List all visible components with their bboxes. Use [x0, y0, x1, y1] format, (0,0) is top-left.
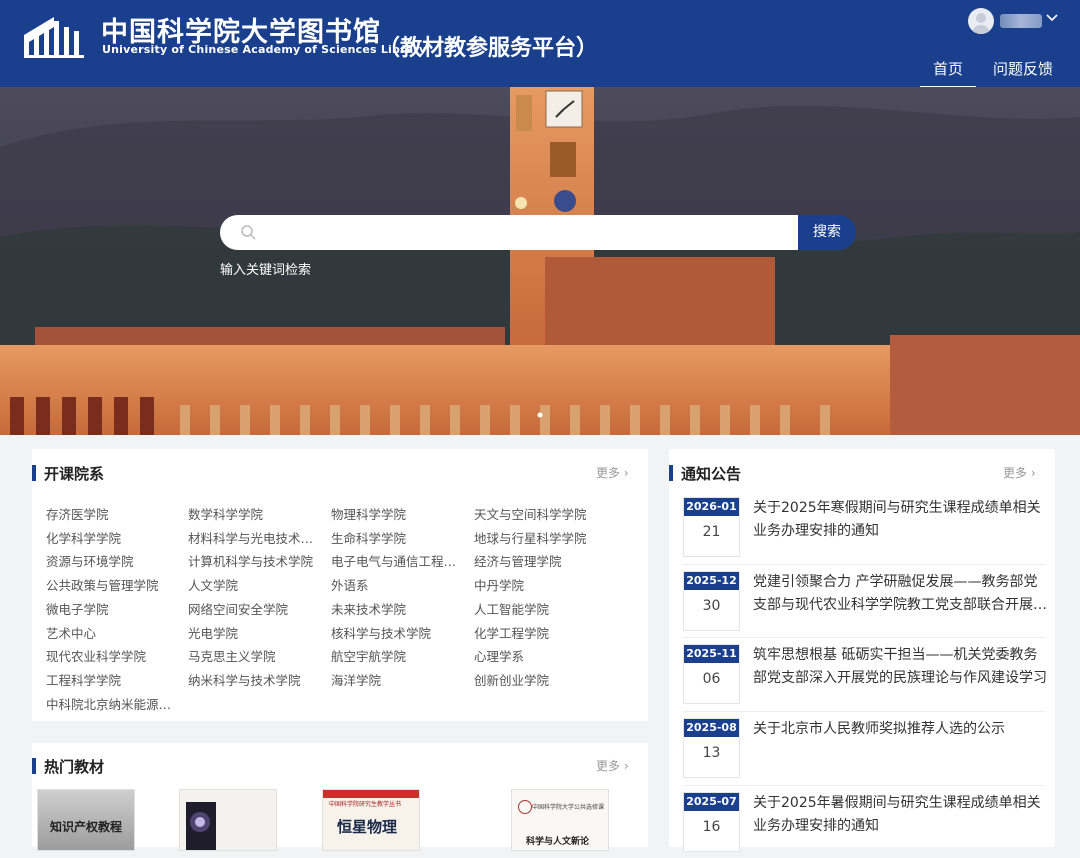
- notice-item[interactable]: 2025-11 06 筑牢思想根基 砥砺实干担当——机关党委教务部党支部深入开展…: [670, 644, 1055, 710]
- chevron-down-icon[interactable]: [1046, 12, 1058, 26]
- book-cover-series: 中国科学院大学公共选修课教材: [532, 804, 604, 811]
- notice-title[interactable]: 党建引领聚合力 产学研融促发展——教务部党支部与现代农业科学学院教工党支部联合开…: [753, 571, 1048, 617]
- book-cover-series: 中国科学院研究生教学丛书: [329, 801, 402, 808]
- college-link[interactable]: 数学科学学院: [188, 504, 316, 523]
- college-link[interactable]: 资源与环境学院: [46, 551, 174, 570]
- college-link[interactable]: 中丹学院: [474, 575, 602, 594]
- book-cover[interactable]: 中国科学院大学公共选修课教材 科学与人文新论: [511, 789, 609, 851]
- date-badge: 2026-01 21: [683, 497, 740, 557]
- notice-title[interactable]: 关于北京市人民教师奖拟推荐人选的公示: [753, 718, 1048, 741]
- college-link[interactable]: 化学科学学院: [46, 528, 174, 547]
- notice-item[interactable]: 2025-07 16 关于2025年暑假期间与研究生课程成绩单相关业务办理安排的…: [670, 792, 1055, 858]
- college-link[interactable]: 微电子学院: [46, 599, 174, 618]
- book-cover[interactable]: [179, 789, 277, 851]
- title-accent-bar: [32, 758, 36, 774]
- college-link[interactable]: 人文学院: [188, 575, 316, 594]
- textbooks-title: 热门教材: [44, 758, 105, 776]
- divider: [683, 711, 1045, 712]
- platform-title: （教材教参服务平台）: [378, 36, 599, 61]
- date-badge: 2025-11 06: [683, 644, 740, 704]
- divider: [683, 637, 1045, 638]
- college-link[interactable]: 经济与管理学院: [474, 551, 602, 570]
- college-link[interactable]: 航空宇航学院: [331, 646, 459, 665]
- colleges-title: 开课院系: [44, 465, 105, 483]
- college-link[interactable]: 存济医学院: [46, 504, 174, 523]
- library-logo-icon: [24, 17, 84, 58]
- college-link[interactable]: 海洋学院: [331, 670, 459, 689]
- title-accent-bar: [32, 465, 36, 481]
- divider: [683, 564, 1045, 565]
- college-link[interactable]: 现代农业科学学院: [46, 646, 174, 665]
- date-year-month: 2025-07: [684, 793, 739, 811]
- search-button[interactable]: 搜索: [798, 215, 856, 250]
- title-accent-bar: [669, 465, 673, 481]
- college-link[interactable]: 物理科学学院: [331, 504, 459, 523]
- date-year-month: 2025-11: [684, 645, 739, 663]
- search-input[interactable]: [220, 215, 800, 250]
- date-day: 16: [702, 819, 721, 835]
- book-cover-title: 科学与人文新论: [526, 837, 590, 847]
- date-year-month: 2025-12: [684, 572, 739, 590]
- college-link[interactable]: 外语系: [331, 575, 459, 594]
- college-link[interactable]: 中科院北京纳米能源与系统研究所: [46, 694, 174, 713]
- college-link[interactable]: 生命科学学院: [331, 528, 459, 547]
- college-link[interactable]: 创新创业学院: [474, 670, 602, 689]
- book-cover[interactable]: 知识产权教程: [37, 789, 135, 851]
- college-link[interactable]: 核科学与技术学院: [331, 623, 459, 642]
- college-link[interactable]: 电子电气与通信工程学院: [331, 551, 459, 570]
- college-link[interactable]: 未来技术学院: [331, 599, 459, 618]
- notice-item[interactable]: 2026-01 21 关于2025年寒假期间与研究生课程成绩单相关业务办理安排的…: [670, 497, 1055, 563]
- notices-title: 通知公告: [681, 465, 742, 483]
- date-day: 06: [702, 671, 721, 687]
- college-link[interactable]: 心理学系: [474, 646, 602, 665]
- nav-home[interactable]: 首页: [920, 58, 976, 88]
- college-link[interactable]: 天文与空间科学学院: [474, 504, 602, 523]
- date-year-month: 2025-08: [684, 719, 739, 737]
- college-link[interactable]: 化学工程学院: [474, 623, 602, 642]
- college-link[interactable]: 马克思主义学院: [188, 646, 316, 665]
- date-day: 21: [702, 524, 721, 540]
- college-link[interactable]: 光电学院: [188, 623, 316, 642]
- notice-item[interactable]: 2025-12 30 党建引领聚合力 产学研融促发展——教务部党支部与现代农业科…: [670, 571, 1055, 637]
- search-icon: [241, 225, 256, 240]
- college-link[interactable]: 网络空间安全学院: [188, 599, 316, 618]
- date-badge: 2025-08 13: [683, 718, 740, 778]
- college-link[interactable]: 计算机科学与技术学院: [188, 551, 316, 570]
- college-link[interactable]: 材料科学与光电技术学院: [188, 528, 316, 547]
- college-link[interactable]: 公共政策与管理学院: [46, 575, 174, 594]
- book-cover[interactable]: 中国科学院研究生教学丛书 恒星物理: [322, 789, 420, 851]
- date-day: 13: [702, 745, 721, 761]
- book-cover-title: 恒星物理: [337, 818, 398, 836]
- college-link[interactable]: 工程科学学院: [46, 670, 174, 689]
- college-link[interactable]: 纳米科学与技术学院: [188, 670, 316, 689]
- username-blurred[interactable]: [1000, 14, 1042, 28]
- banner-image: [0, 87, 1080, 435]
- date-year-month: 2026-01: [684, 498, 739, 516]
- notice-item[interactable]: 2025-08 13 关于北京市人民教师奖拟推荐人选的公示: [670, 718, 1055, 784]
- notice-title[interactable]: 关于2025年寒假期间与研究生课程成绩单相关业务办理安排的通知: [753, 497, 1048, 543]
- colleges-more-link[interactable]: 更多 ›: [596, 464, 629, 481]
- date-badge: 2025-07 16: [683, 792, 740, 852]
- book-cover-title: 知识产权教程: [50, 820, 123, 834]
- notice-title[interactable]: 筑牢思想根基 砥砺实干担当——机关党委教务部党支部深入开展党的民族理论与作风建设…: [753, 644, 1048, 690]
- college-link[interactable]: 地球与行星科学学院: [474, 528, 602, 547]
- search-hint: 输入关键词检索: [220, 263, 312, 278]
- nav-feedback[interactable]: 问题反馈: [990, 58, 1056, 80]
- divider: [683, 785, 1045, 786]
- notices-more-link[interactable]: 更多 ›: [1003, 464, 1036, 481]
- college-link[interactable]: 艺术中心: [46, 623, 174, 642]
- top-header: 中国科学院大学图书馆 University of Chinese Academy…: [0, 0, 1080, 88]
- notice-title[interactable]: 关于2025年暑假期间与研究生课程成绩单相关业务办理安排的通知: [753, 792, 1048, 838]
- college-link[interactable]: 人工智能学院: [474, 599, 602, 618]
- date-day: 30: [702, 598, 721, 614]
- user-avatar[interactable]: [968, 8, 994, 34]
- date-badge: 2025-12 30: [683, 571, 740, 631]
- textbooks-more-link[interactable]: 更多 ›: [596, 757, 629, 774]
